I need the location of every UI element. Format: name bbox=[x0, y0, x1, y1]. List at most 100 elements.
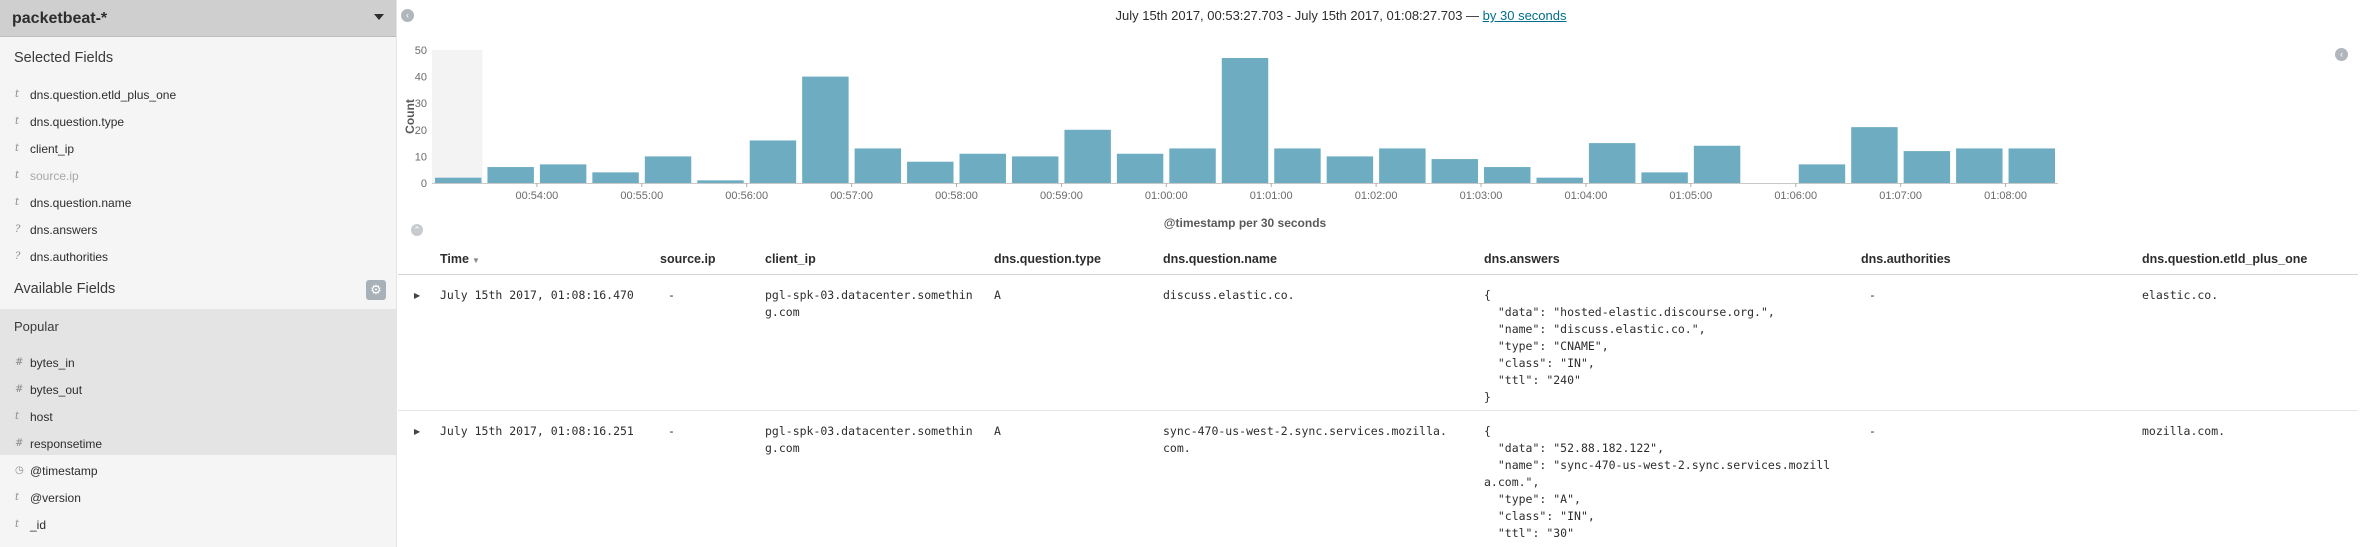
field-sidebar: packetbeat-* Selected Fields t dns.questi… bbox=[0, 0, 397, 547]
x-tick-label: 00:57:00 bbox=[830, 190, 873, 202]
column-header-client-ip[interactable]: client_ip bbox=[765, 252, 816, 266]
y-axis-label: Count bbox=[403, 99, 417, 134]
column-header-time[interactable]: Time ▼ bbox=[440, 252, 480, 266]
expand-row-icon[interactable]: ▶ bbox=[414, 427, 420, 436]
histogram-bar bbox=[959, 153, 1006, 183]
column-header-dns-question-etld-plus-one[interactable]: dns.question.etld_plus_one bbox=[2142, 252, 2307, 266]
x-tick-label: 01:08:00 bbox=[1984, 190, 2027, 202]
field-host[interactable]: t host bbox=[0, 404, 397, 431]
column-header-dns-question-type[interactable]: dns.question.type bbox=[994, 252, 1101, 266]
cell-answers: { "data": "52.88.182.122", "name": "sync… bbox=[1484, 424, 1831, 540]
cell-answers: { "data": "hosted-elastic.discourse.org.… bbox=[1484, 288, 1775, 404]
histogram-bar bbox=[1798, 164, 1846, 183]
x-tick-label: 00:59:00 bbox=[1040, 190, 1083, 202]
histogram-bar bbox=[1851, 127, 1898, 183]
field--id[interactable]: t _id bbox=[0, 512, 397, 539]
column-header-label: Time bbox=[440, 252, 469, 266]
index-pattern-selector[interactable]: packetbeat-* bbox=[0, 0, 396, 37]
histogram-bar bbox=[1116, 153, 1164, 183]
interval-link[interactable]: by 30 seconds bbox=[1483, 8, 1567, 23]
histogram-bar bbox=[697, 180, 744, 183]
sort-down-icon[interactable]: ▼ bbox=[472, 256, 480, 265]
discover-main: ‹ July 15th 2017, 00:53:27.703 - July 15… bbox=[398, 0, 2369, 547]
histogram-bar bbox=[1326, 156, 1374, 183]
field-dns-question-etld-plus-one[interactable]: t dns.question.etld_plus_one bbox=[0, 82, 397, 109]
field-source-ip[interactable]: t source.ip bbox=[0, 163, 397, 190]
available-fields-heading: Available Fields bbox=[14, 281, 116, 297]
field-bytes-in[interactable]: # bytes_in bbox=[0, 350, 397, 377]
expand-row-icon[interactable]: ▶ bbox=[414, 291, 420, 300]
x-tick-label: 00:58:00 bbox=[935, 190, 978, 202]
x-tick-label: 01:05:00 bbox=[1669, 190, 1712, 202]
header-divider bbox=[398, 274, 2358, 275]
histogram-bar bbox=[1903, 151, 1951, 183]
field-dns-authorities[interactable]: ? dns.authorities bbox=[0, 244, 397, 271]
field-name: bytes_in bbox=[30, 356, 75, 370]
histogram-bar bbox=[1011, 156, 1059, 183]
histogram-bar bbox=[1169, 148, 1216, 183]
field-name: @timestamp bbox=[30, 464, 98, 478]
x-tick-label: 00:56:00 bbox=[725, 190, 768, 202]
field-name: dns.answers bbox=[30, 223, 98, 237]
field-type-icon: t bbox=[15, 116, 20, 127]
x-axis-label: @timestamp per 30 seconds bbox=[1164, 216, 1327, 230]
field-bytes-out[interactable]: # bytes_out bbox=[0, 377, 397, 404]
cell-question-type: A bbox=[994, 288, 1001, 302]
cell-authorities: - bbox=[1869, 288, 1876, 302]
field-name: dns.question.etld_plus_one bbox=[30, 88, 177, 102]
cell-question-name: sync-470-us-west-2.sync.services.mozilla… bbox=[1163, 424, 1447, 455]
field-name: responsetime bbox=[30, 437, 103, 451]
field-client-ip[interactable]: t client_ip bbox=[0, 136, 397, 163]
x-tick-label: 00:54:00 bbox=[515, 190, 558, 202]
histogram-bar bbox=[1641, 172, 1688, 183]
field-type-icon: # bbox=[15, 438, 24, 449]
histogram-chart: 01020304050Count00:54:00 00:55:00 00:56:00… bbox=[403, 45, 2058, 230]
field-responsetime[interactable]: # responsetime bbox=[0, 431, 397, 458]
cell-time: July 15th 2017, 01:08:16.470 bbox=[440, 288, 634, 302]
cell-time: July 15th 2017, 01:08:16.251 bbox=[440, 424, 634, 438]
cell-source-ip: - bbox=[668, 424, 675, 438]
histogram-bar bbox=[2008, 148, 2055, 183]
column-header-label: source.ip bbox=[660, 252, 716, 266]
field-type-icon: t bbox=[15, 519, 20, 530]
histogram-bar bbox=[539, 164, 587, 183]
y-tick-label: 50 bbox=[415, 45, 427, 57]
x-tick-label: 01:06:00 bbox=[1774, 190, 1817, 202]
collapse-right-icon[interactable]: ‹ bbox=[2335, 48, 2348, 61]
field-type-icon: # bbox=[15, 357, 24, 368]
caret-down-icon bbox=[374, 14, 384, 20]
field-name: @version bbox=[30, 491, 81, 505]
field-dns-answers[interactable]: ? dns.answers bbox=[0, 217, 397, 244]
index-pattern-name: packetbeat-* bbox=[12, 10, 108, 27]
y-tick-label: 10 bbox=[415, 151, 427, 163]
toggle-chart-icon[interactable]: ⌃ bbox=[411, 224, 423, 236]
field-dns-question-type[interactable]: t dns.question.type bbox=[0, 109, 397, 136]
column-header-label: dns.question.name bbox=[1163, 252, 1277, 266]
field-type-icon: t bbox=[15, 197, 20, 208]
cell-etld-plus-one: elastic.co. bbox=[2142, 288, 2219, 302]
column-header-dns-answers[interactable]: dns.answers bbox=[1484, 252, 1560, 266]
field-type-icon: t bbox=[15, 170, 20, 181]
field-dns-question-name[interactable]: t dns.question.name bbox=[0, 190, 397, 217]
y-tick-label: 0 bbox=[421, 178, 427, 190]
field-name: host bbox=[30, 410, 53, 424]
histogram-bar bbox=[487, 167, 534, 183]
gear-icon[interactable]: ⚙ bbox=[366, 280, 386, 300]
partial-bucket-shade bbox=[432, 50, 483, 183]
column-header-dns-question-name[interactable]: dns.question.name bbox=[1163, 252, 1277, 266]
histogram-bar bbox=[1693, 145, 1741, 183]
cell-authorities: - bbox=[1869, 424, 1876, 438]
popular-heading: Popular bbox=[14, 319, 59, 334]
field--timestamp[interactable]: ◷ @timestamp bbox=[0, 458, 397, 485]
field-type-icon: t bbox=[15, 492, 20, 503]
histogram-bar bbox=[1484, 167, 1531, 183]
field--version[interactable]: t @version bbox=[0, 485, 397, 512]
histogram-bar bbox=[644, 156, 692, 183]
histogram-bar bbox=[1221, 57, 1269, 184]
column-header-dns-authorities[interactable]: dns.authorities bbox=[1861, 252, 1951, 266]
field-type-icon: # bbox=[15, 384, 24, 395]
time-range-text: July 15th 2017, 00:53:27.703 - July 15th… bbox=[1115, 8, 1483, 23]
histogram-bar bbox=[1431, 159, 1479, 183]
column-header-label: dns.question.type bbox=[994, 252, 1101, 266]
column-header-source-ip[interactable]: source.ip bbox=[660, 252, 716, 266]
